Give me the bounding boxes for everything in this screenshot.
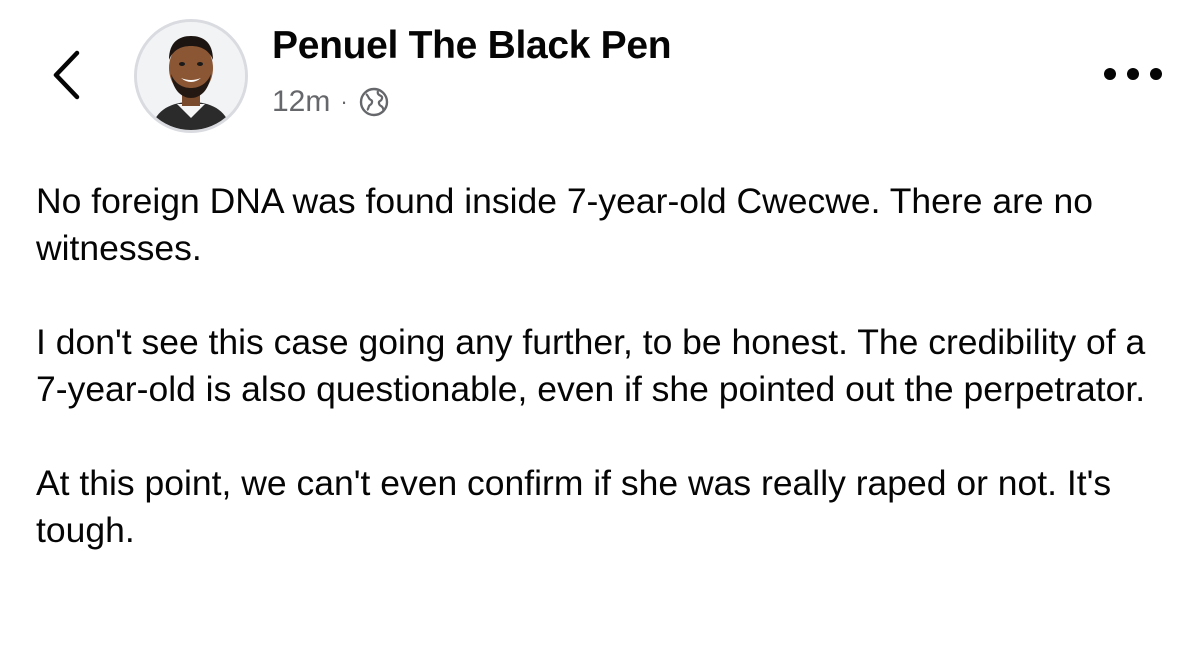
- avatar[interactable]: [134, 19, 248, 133]
- more-horizontal-icon: [1104, 68, 1116, 80]
- author-name[interactable]: Penuel The Black Pen: [272, 24, 672, 68]
- post-paragraph: I don't see this case going any further,…: [36, 322, 1146, 409]
- chevron-left-icon: [53, 50, 80, 100]
- profile-photo: [137, 22, 245, 130]
- meta-separator: ·: [340, 89, 348, 114]
- post-paragraph: No foreign DNA was found inside 7-year-o…: [36, 181, 1093, 268]
- more-options-button[interactable]: [1098, 54, 1168, 94]
- post-meta: 12m ·: [272, 84, 390, 120]
- more-horizontal-icon: [1127, 68, 1139, 80]
- timestamp[interactable]: 12m: [272, 85, 330, 119]
- globe-icon[interactable]: [358, 86, 390, 118]
- more-horizontal-icon: [1150, 68, 1162, 80]
- back-button[interactable]: [38, 40, 94, 110]
- post-header: Penuel The Black Pen 12m ·: [0, 0, 1200, 150]
- post-body: No foreign DNA was found inside 7-year-o…: [36, 178, 1176, 554]
- post-paragraph: At this point, we can't even confirm if …: [36, 463, 1112, 550]
